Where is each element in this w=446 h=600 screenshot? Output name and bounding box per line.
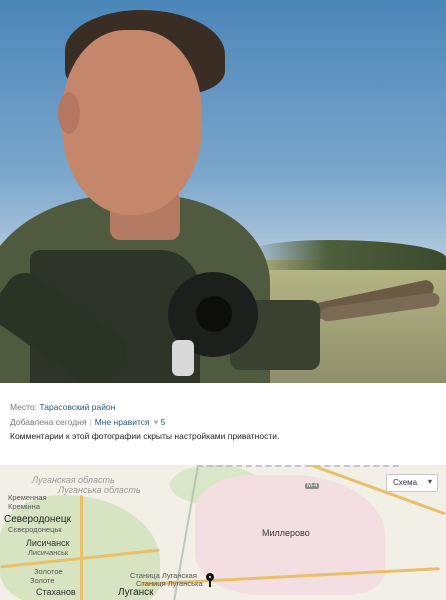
added-date: Добавлена сегодня (10, 417, 87, 427)
map-label-lisichansk-ua: Лисичанськ (28, 548, 69, 557)
location-pin-icon[interactable] (205, 573, 215, 587)
privacy-note: Комментарии к этой фотографии скрыты нас… (10, 431, 280, 441)
photo[interactable] (0, 0, 446, 383)
place-link[interactable]: Тарасовский район (39, 402, 115, 412)
map-label-oblast-ua: Луганська область (58, 485, 141, 495)
map-label-zolotoe-ua: Золоте (30, 576, 55, 585)
photo-dogtag (172, 340, 194, 376)
map-label-kremennaya-ua: Кремінна (8, 502, 40, 511)
photo-ear (58, 92, 80, 134)
heart-icon[interactable]: ♥ (154, 417, 159, 427)
place-row: Место: Тарасовский район (10, 402, 115, 412)
photo-tree-line (250, 240, 446, 270)
map-road (80, 495, 83, 600)
map-label-lisichansk: Лисичанск (26, 538, 70, 548)
location-map[interactable]: Луганская область Луганська область Крем… (0, 465, 446, 600)
map-label-millerovo: Миллерово (262, 528, 310, 538)
map-label-lugansk: Луганск (118, 587, 154, 598)
meta-row: Добавлена сегодня | Мне нравится ♥ 5 (10, 417, 165, 427)
place-label: Место: (10, 402, 38, 412)
map-label-kremennaya: Кременная (8, 493, 47, 502)
map-label-stakhanov: Стаханов (36, 587, 76, 597)
like-button[interactable]: Мне нравится (95, 417, 150, 427)
separator: | (89, 417, 92, 427)
map-label-severodonetsk-ua: Сєвєродонецьк (8, 525, 62, 534)
photo-face (62, 30, 202, 215)
map-type-select[interactable]: Схема ▾ (386, 474, 438, 492)
photo-info: Место: Тарасовский район Добавлена сегод… (0, 383, 446, 465)
like-count[interactable]: 5 (161, 417, 166, 427)
pin-tail (209, 580, 211, 587)
map-label-severodonetsk: Северодонецк (4, 514, 72, 525)
chevron-down-icon: ▾ (427, 477, 432, 486)
map-label-oblast: Луганская область (32, 475, 115, 485)
map-label-zolotoe: Золотое (34, 567, 63, 576)
photo-scope-lens (196, 296, 232, 332)
map-type-value: Схема (393, 478, 418, 487)
map-road-tag-m4: M-4 (305, 483, 320, 489)
